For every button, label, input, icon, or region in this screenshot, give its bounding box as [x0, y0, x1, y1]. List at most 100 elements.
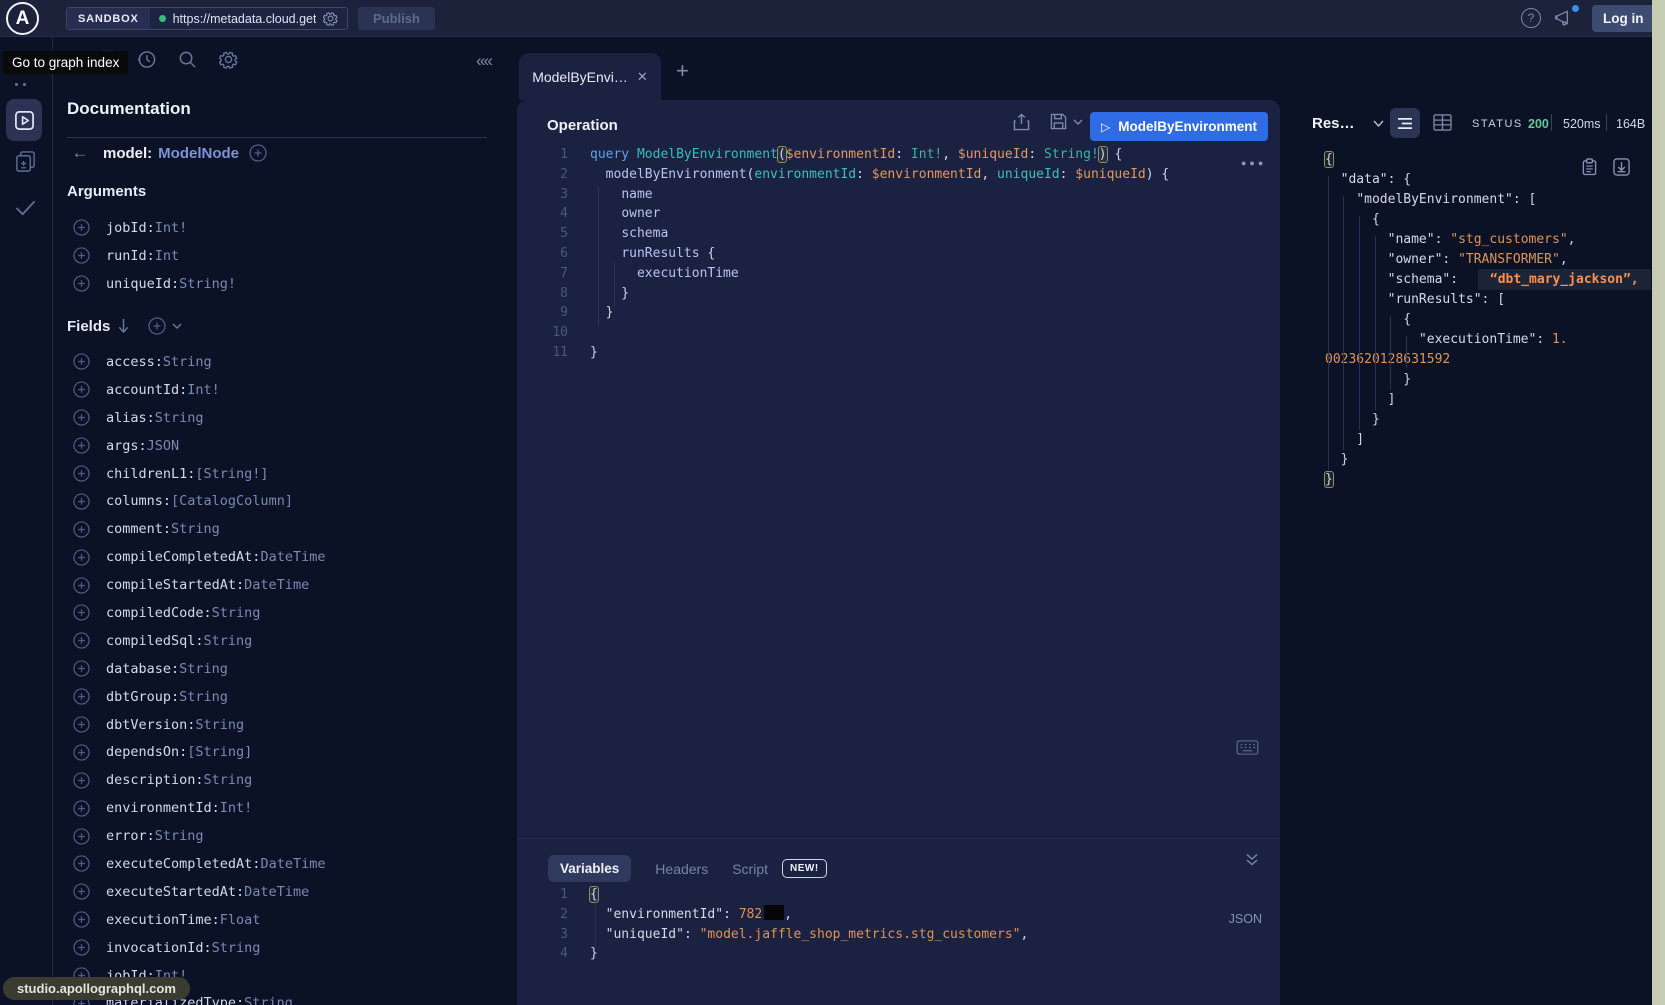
doc-field-row[interactable]: access: String: [67, 348, 507, 376]
tab-script[interactable]: Script: [732, 861, 768, 877]
add-field-icon[interactable]: [73, 883, 90, 900]
help-icon[interactable]: ?: [1521, 8, 1541, 28]
add-field-icon[interactable]: [73, 409, 90, 426]
table-view-icon[interactable]: [1433, 114, 1452, 131]
add-fields-menu[interactable]: [148, 317, 182, 335]
doc-field-row[interactable]: invocationId: String: [67, 934, 507, 962]
chevron-down-icon: [172, 323, 182, 330]
add-field-icon[interactable]: [73, 219, 90, 236]
add-field-icon[interactable]: [73, 855, 90, 872]
operation-tab[interactable]: ModelByEnvi… ✕: [519, 53, 661, 100]
run-operation-button[interactable]: ▷ ModelByEnvironment: [1090, 112, 1268, 141]
response-format-toggle-active[interactable]: [1390, 108, 1420, 138]
response-size: 164B: [1616, 117, 1645, 131]
keyboard-shortcuts-icon[interactable]: [1236, 740, 1259, 755]
endpoint-url-input[interactable]: https://metadata.cloud.get: [150, 8, 348, 29]
doc-field-row[interactable]: comment: String: [67, 515, 507, 543]
bottom-tabs: Variables Headers Script NEW!: [548, 855, 827, 882]
publish-button[interactable]: Publish: [358, 7, 435, 30]
doc-field-row[interactable]: childrenL1: [String!]: [67, 460, 507, 488]
add-field-icon[interactable]: [73, 911, 90, 928]
doc-field-row[interactable]: accountId: Int!: [67, 376, 507, 404]
nav-collections[interactable]: [14, 150, 37, 174]
nav-explorer-active-tile[interactable]: [6, 99, 42, 141]
run-icon: ▷: [1101, 120, 1110, 134]
doc-field-row[interactable]: description: String: [67, 766, 507, 794]
doc-field-row[interactable]: runId: Int: [67, 242, 507, 270]
collapse-panel-icon[interactable]: ««: [476, 51, 491, 71]
search-icon[interactable]: [178, 50, 197, 69]
response-json-viewer[interactable]: { "data": { "modelByEnvironment": [ { "n…: [1285, 150, 1652, 490]
close-tab-icon[interactable]: ✕: [637, 69, 648, 85]
endpoint-url-text[interactable]: https://metadata.cloud.get: [173, 12, 317, 26]
doc-field-row[interactable]: dependsOn: [String]: [67, 738, 507, 766]
doc-field-row[interactable]: compiledCode: String: [67, 599, 507, 627]
doc-field-row[interactable]: database: String: [67, 655, 507, 683]
sort-fields-icon[interactable]: [117, 318, 130, 334]
add-field-icon[interactable]: [73, 437, 90, 454]
add-field-icon[interactable]: [73, 521, 90, 538]
add-field-icon[interactable]: [73, 577, 90, 594]
doc-field-row[interactable]: alias: String: [67, 404, 507, 432]
tab-headers[interactable]: Headers: [655, 861, 708, 877]
add-field-icon[interactable]: [73, 247, 90, 264]
doc-field-row[interactable]: dbtGroup: String: [67, 683, 507, 711]
add-field-icon[interactable]: [73, 688, 90, 705]
apollo-studio-window: SANDBOX https://metadata.cloud.get Publi…: [0, 0, 1665, 1005]
doc-field-row[interactable]: compileCompletedAt: DateTime: [67, 543, 507, 571]
add-field-icon[interactable]: [73, 800, 90, 817]
top-bar: SANDBOX https://metadata.cloud.get Publi…: [0, 0, 1665, 37]
history-icon[interactable]: [137, 50, 156, 69]
add-field-icon[interactable]: [73, 632, 90, 649]
back-arrow-icon[interactable]: ←: [67, 143, 93, 163]
graph-index-icon[interactable]: [15, 83, 26, 86]
add-field-icon[interactable]: [73, 744, 90, 761]
notification-dot: [1572, 5, 1579, 12]
panel-divider[interactable]: [517, 838, 1280, 839]
doc-field-row[interactable]: compiledSql: String: [67, 627, 507, 655]
doc-field-row[interactable]: jobId: Int!: [67, 214, 507, 242]
add-field-icon[interactable]: [73, 772, 90, 789]
doc-field-row[interactable]: executionTime: Float: [67, 906, 507, 934]
variables-editor[interactable]: 1{2 "environmentId": 782,3 "uniqueId": "…: [517, 885, 1280, 964]
doc-field-row[interactable]: uniqueId: String!: [67, 270, 507, 298]
add-field-icon[interactable]: [73, 353, 90, 370]
doc-field-row[interactable]: executeStartedAt: DateTime: [67, 878, 507, 906]
save-menu-chevron-icon[interactable]: [1073, 119, 1083, 126]
arguments-list: jobId: Int!runId: IntuniqueId: String!: [67, 214, 507, 298]
doc-field-row[interactable]: compileStartedAt: DateTime: [67, 571, 507, 599]
add-field-icon[interactable]: [73, 828, 90, 845]
settings-gear-icon[interactable]: [219, 50, 238, 69]
login-button[interactable]: Log in: [1592, 5, 1655, 32]
add-field-icon[interactable]: [73, 660, 90, 677]
add-field-icon[interactable]: [73, 275, 90, 292]
graphql-editor[interactable]: 1query ModelByEnvironment($environmentId…: [517, 145, 1280, 363]
add-field-icon[interactable]: [73, 939, 90, 956]
doc-field-row[interactable]: args: JSON: [67, 432, 507, 460]
doc-field-row[interactable]: environmentId: Int!: [67, 794, 507, 822]
operation-panel-title: Operation: [547, 117, 618, 134]
add-field-icon[interactable]: [73, 549, 90, 566]
share-operation-icon[interactable]: [1013, 113, 1030, 131]
add-all-fields-icon[interactable]: [249, 144, 267, 162]
nav-checks[interactable]: [14, 199, 37, 217]
endpoint-settings-gear-icon[interactable]: [323, 11, 338, 26]
response-menu-chevron-icon[interactable]: [1373, 120, 1384, 128]
add-field-icon[interactable]: [73, 493, 90, 510]
doc-field-row[interactable]: executeCompletedAt: DateTime: [67, 850, 507, 878]
announcements-megaphone-icon[interactable]: [1554, 8, 1575, 27]
apollo-logo[interactable]: A: [6, 2, 39, 35]
add-field-icon[interactable]: [73, 465, 90, 482]
doc-field-row[interactable]: dbtVersion: String: [67, 711, 507, 739]
add-field-icon[interactable]: [73, 381, 90, 398]
save-operation-icon[interactable]: [1050, 113, 1067, 130]
tab-variables[interactable]: Variables: [548, 855, 631, 882]
doc-field-row[interactable]: columns: [CatalogColumn]: [67, 487, 507, 515]
doc-field-row[interactable]: error: String: [67, 822, 507, 850]
variables-mode-label: JSON: [1229, 912, 1262, 926]
new-tab-button[interactable]: +: [676, 58, 689, 84]
add-field-icon[interactable]: [73, 604, 90, 621]
collapse-bottom-panel-icon[interactable]: [1245, 853, 1259, 866]
doc-type-link[interactable]: ModelNode: [158, 145, 239, 162]
add-field-icon[interactable]: [73, 716, 90, 733]
